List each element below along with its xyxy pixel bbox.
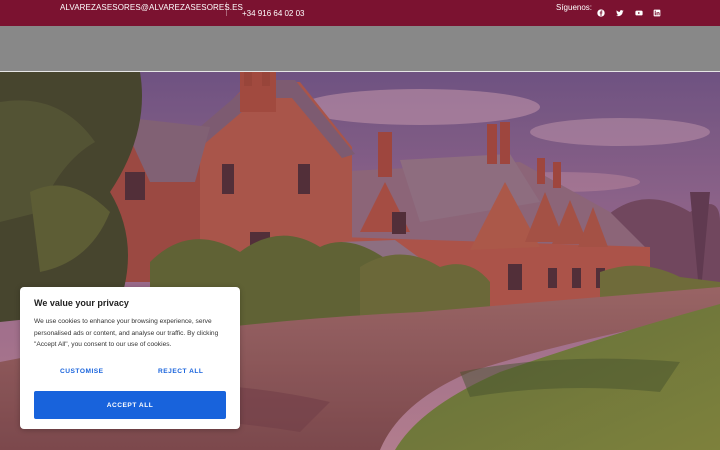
youtube-icon[interactable]	[634, 8, 644, 18]
cookie-consent-banner: We value your privacy We use cookies to …	[20, 287, 240, 429]
email-link[interactable]: ALVAREZASESORES@ALVAREZASESORES.ES	[60, 3, 243, 12]
linkedin-icon[interactable]	[652, 8, 662, 18]
twitter-icon[interactable]	[615, 8, 625, 18]
main-navigation-bar	[0, 26, 720, 71]
top-bar: ALVAREZASESORES@ALVAREZASESORES.ES +34 9…	[0, 0, 720, 26]
accept-all-button[interactable]: ACCEPT ALL	[34, 391, 226, 419]
facebook-icon[interactable]	[596, 8, 606, 18]
cookie-banner-text: We use cookies to enhance your browsing …	[34, 318, 219, 348]
cookie-banner-title: We value your privacy	[34, 298, 129, 308]
follow-label: Síguenos:	[556, 3, 593, 12]
topbar-divider	[226, 2, 227, 16]
reject-all-button[interactable]: REJECT ALL	[158, 368, 203, 375]
phone-link[interactable]: +34 916 64 02 03	[242, 9, 305, 18]
customise-button[interactable]: CUSTOMISE	[60, 368, 104, 375]
